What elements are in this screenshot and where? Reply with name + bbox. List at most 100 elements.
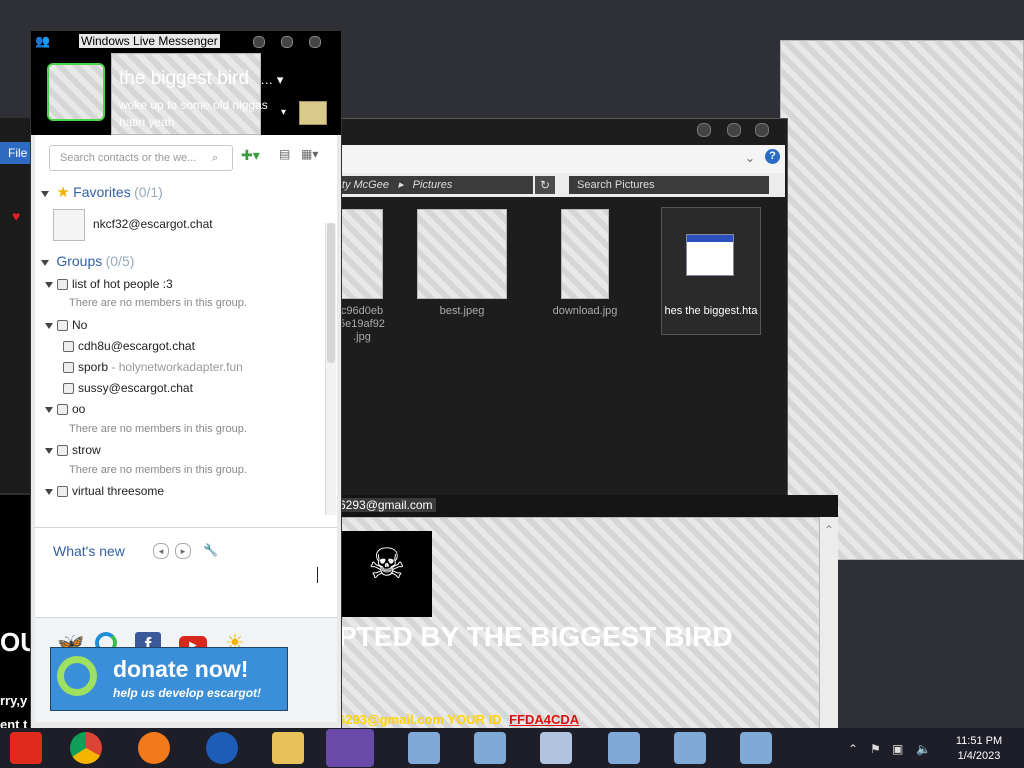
network-icon[interactable]: ▣	[892, 742, 903, 756]
remote-desktop-icon[interactable]	[608, 732, 640, 764]
thumbnail-penguin[interactable]	[417, 209, 507, 299]
chevron-down-icon[interactable]: ⌄	[745, 151, 755, 165]
remote-desktop-icon[interactable]	[408, 732, 440, 764]
breadcrumb-item-pictures[interactable]: Pictures	[413, 179, 453, 191]
search-placeholder: Search contacts or the we...	[60, 152, 197, 164]
close-button[interactable]	[755, 123, 769, 137]
group-header[interactable]: strow	[45, 443, 101, 457]
collapse-icon[interactable]	[45, 281, 53, 288]
display-name[interactable]: the biggest bird … ▾	[119, 68, 283, 90]
file-item-selected[interactable]: hes the biggest.hta	[661, 207, 761, 335]
donate-title: donate now!	[113, 656, 249, 682]
options-icon[interactable]: ▦▾	[301, 147, 318, 161]
contact-avatar[interactable]	[53, 209, 85, 241]
messenger-window[interactable]: 👥 Windows Live Messenger the biggest bir…	[30, 30, 342, 730]
chevron-up-icon[interactable]: ⌃	[824, 523, 834, 537]
collapse-icon[interactable]	[45, 406, 53, 413]
monitor-icon[interactable]	[540, 732, 572, 764]
group-header[interactable]: No	[45, 318, 87, 332]
ransom-email-line: 6293@gmail.com YOUR ID FFDA4CDA	[338, 712, 579, 727]
file-label: hes the biggest.hta	[664, 305, 758, 317]
maximize-button[interactable]	[281, 36, 293, 48]
search-input[interactable]: Search contacts or the we... ⌕	[49, 145, 233, 171]
collapse-icon[interactable]	[45, 488, 53, 495]
contact-item[interactable]: sporb - holynetworkadapter.fun	[63, 360, 243, 374]
taskbar-clock[interactable]: 11:51 PM 1/4/2023	[944, 734, 1014, 764]
collapse-icon[interactable]	[41, 259, 49, 266]
scrollbar[interactable]: ⌃	[820, 517, 838, 729]
group-header[interactable]: oo	[45, 402, 85, 416]
search-pictures-placeholder: Search Pictures	[577, 179, 655, 191]
avatar[interactable]	[47, 63, 105, 121]
search-icon[interactable]: ⌕	[212, 146, 218, 170]
file-label[interactable]: c96d0eb 5e19af92 .jpg	[337, 305, 387, 344]
mouse-pointer-icon	[93, 591, 103, 605]
mailbox-icon[interactable]	[299, 101, 327, 125]
ransom-window[interactable]: 6293@gmail.com ☠ PTED BY THE BIGGEST BIR…	[334, 495, 838, 735]
thumbnail-download[interactable]	[561, 209, 609, 299]
skull-icon: ☠	[368, 540, 406, 587]
groups-header[interactable]: Groups (0/5)	[41, 253, 134, 269]
next-arrow-icon[interactable]: ▸	[175, 543, 191, 559]
minimize-button[interactable]	[253, 36, 265, 48]
minimize-button[interactable]	[697, 123, 711, 137]
previous-arrow-icon[interactable]: ◂	[153, 543, 169, 559]
maximize-button[interactable]	[727, 123, 741, 137]
contact-item[interactable]: sussy@escargot.chat	[63, 381, 193, 395]
help-icon[interactable]: ?	[765, 149, 780, 164]
group-header[interactable]: virtual threesome	[45, 484, 164, 498]
firefox-icon[interactable]	[138, 732, 170, 764]
empty-group-note: There are no members in this group.	[69, 423, 247, 435]
contact-list-pane: Search contacts or the we... ⌕ ✚▾ ▤ ▦▾ ★…	[35, 135, 337, 722]
breadcrumb-item-user[interactable]: ilty McGee	[337, 179, 389, 191]
chevron-down-icon[interactable]: ▾	[281, 107, 286, 118]
wrench-icon[interactable]: 🔧	[203, 543, 218, 557]
flag-icon[interactable]: ⚑	[870, 742, 881, 756]
window-titlebar[interactable]: 6293@gmail.com	[334, 495, 838, 517]
remote-desktop-icon[interactable]	[474, 732, 506, 764]
contact-name: cdh8u@escargot.chat	[78, 339, 195, 353]
favorites-header[interactable]: ★ Favorites (0/1)	[41, 183, 163, 201]
file-menu[interactable]: File	[0, 142, 34, 164]
id-value: FFDA4CDA	[509, 712, 580, 727]
messenger-taskbar-icon[interactable]	[326, 729, 374, 767]
file-menu-label: File	[8, 146, 28, 160]
messenger-titlebar[interactable]: 👥 Windows Live Messenger	[31, 31, 341, 53]
remote-desktop-icon[interactable]	[674, 732, 706, 764]
empty-group-note: There are no members in this group.	[69, 464, 247, 476]
chrome-icon[interactable]	[70, 732, 102, 764]
chevron-down-icon[interactable]: … ▾	[260, 72, 283, 87]
window-title: 6293@gmail.com	[336, 498, 436, 512]
file-label[interactable]: best.jpeg	[417, 305, 507, 318]
volume-icon[interactable]: 🔈	[916, 742, 931, 756]
file-explorer-icon[interactable]	[272, 732, 304, 764]
personal-message[interactable]: woke up to some old niggas hatin yeah	[119, 97, 279, 131]
thumbnail-cartoon[interactable]	[339, 209, 383, 299]
scrollbar-thumb[interactable]	[327, 223, 335, 363]
layout-icon[interactable]: ▤	[279, 147, 290, 161]
group-header[interactable]: list of hot people :3	[45, 277, 173, 291]
collapse-icon[interactable]	[45, 322, 53, 329]
collapse-icon[interactable]	[41, 190, 49, 197]
chevron-up-icon[interactable]: ⌃	[848, 742, 858, 756]
contact-item[interactable]: cdh8u@escargot.chat	[63, 339, 195, 353]
contact-list-scrollbar[interactable]	[325, 223, 336, 515]
favorite-contact[interactable]: nkcf32@escargot.chat	[93, 217, 213, 231]
collapse-icon[interactable]	[45, 447, 53, 454]
address-bar[interactable]: ⌄	[335, 145, 785, 173]
refresh-icon[interactable]: ↻	[535, 176, 555, 194]
campaign-logo-icon[interactable]	[206, 732, 238, 764]
breadcrumb[interactable]: ilty McGee ▸ Pictures	[337, 176, 533, 194]
window-title: Windows Live Messenger	[79, 34, 220, 48]
text-fragment: rry,y	[0, 693, 28, 708]
escargot-logo-icon	[57, 656, 97, 696]
search-pictures-input[interactable]: Search Pictures	[569, 176, 769, 194]
chrome-os-icon[interactable]	[10, 732, 42, 764]
donate-banner[interactable]: donate now! help us develop escargot!	[50, 647, 288, 711]
file-label[interactable]: download.jpg	[539, 305, 631, 318]
explorer-window[interactable]: ⌄ ? ilty McGee ▸ Pictures ↻ Search Pictu…	[334, 118, 788, 500]
remote-desktop-icon[interactable]	[740, 732, 772, 764]
add-contact-icon[interactable]: ✚▾	[241, 147, 260, 164]
close-button[interactable]	[309, 36, 321, 48]
group-name: virtual threesome	[72, 484, 165, 498]
